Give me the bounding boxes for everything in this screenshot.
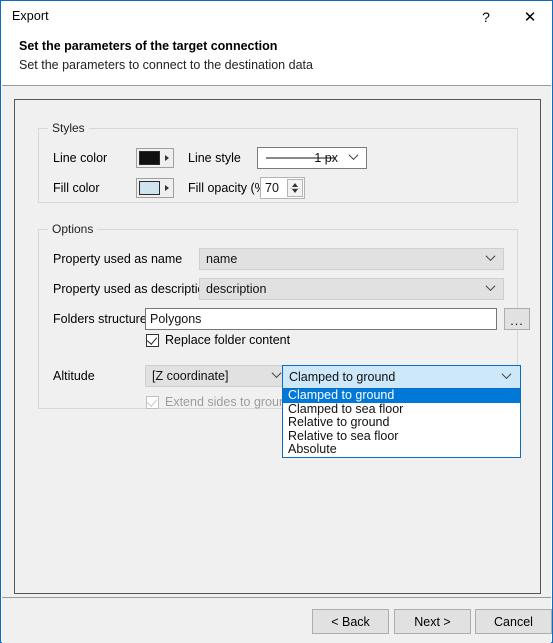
checkbox-box [146, 333, 159, 347]
fill-opacity-stepper[interactable]: 70 [260, 177, 305, 199]
title-bar: Export ? ✕ [1, 1, 552, 32]
property-name-combo[interactable]: name [199, 248, 504, 270]
altitude-mode-option-relative-to-ground[interactable]: Relative to ground [283, 415, 520, 430]
chevron-down-icon [348, 153, 359, 164]
property-name-value: name [206, 252, 238, 266]
property-description-combo[interactable]: description [199, 278, 504, 300]
altitude-mode-option-list[interactable]: Clamped to ground Clamped to sea floor R… [282, 388, 521, 458]
altitude-mode-option-clamped-to-ground[interactable]: Clamped to ground [283, 388, 520, 403]
property-name-label: Property used as name [53, 252, 183, 266]
line-color-label: Line color [53, 151, 108, 165]
folders-structure-value: Polygons [150, 312, 202, 326]
styles-group: Styles Line color Line style 1 px Fill c… [38, 121, 518, 203]
line-style-combo[interactable]: 1 px [257, 147, 367, 169]
options-group-legend: Options [48, 222, 98, 236]
altitude-source-combo[interactable]: [Z coordinate] [145, 365, 290, 387]
altitude-mode-option-absolute[interactable]: Absolute [283, 442, 520, 457]
altitude-label: Altitude [53, 369, 95, 383]
fill-color-swatch [139, 181, 160, 195]
header-subtitle: Set the parameters to connect to the des… [19, 58, 313, 72]
replace-folder-content-checkbox[interactable]: Replace folder content [146, 333, 290, 347]
check-icon [146, 395, 158, 407]
altitude-mode-combo[interactable]: Clamped to ground [282, 365, 521, 389]
chevron-down-icon [501, 372, 512, 383]
folders-structure-label: Folders structure [53, 312, 147, 326]
fill-color-swatch-button[interactable] [136, 178, 174, 198]
folders-structure-input[interactable]: Polygons [145, 308, 497, 330]
window-title: Export [12, 9, 49, 23]
fill-color-label: Fill color [53, 181, 100, 195]
spin-up-icon[interactable] [291, 183, 298, 187]
altitude-mode-value: Clamped to ground [289, 370, 396, 384]
back-button[interactable]: < Back [312, 609, 389, 634]
fill-opacity-value: 70 [265, 181, 279, 195]
spin-down-icon[interactable] [291, 189, 298, 193]
export-dialog-window: Export ? ✕ Set the parameters of the tar… [0, 0, 553, 643]
replace-folder-content-label: Replace folder content [165, 333, 291, 347]
line-color-swatch [139, 151, 160, 165]
altitude-source-value: [Z coordinate] [152, 369, 229, 383]
dialog-footer: < Back Next > Cancel [2, 597, 552, 643]
caret-right-icon [165, 185, 169, 191]
dialog-body: Styles Line color Line style 1 px Fill c… [2, 86, 551, 597]
caret-right-icon [165, 155, 169, 161]
styles-group-legend: Styles [48, 121, 89, 135]
chevron-down-icon [485, 254, 496, 265]
header-title: Set the parameters of the target connect… [19, 39, 278, 53]
property-description-label: Property used as description [53, 282, 212, 296]
checkbox-box [146, 395, 159, 409]
close-icon[interactable]: ✕ [510, 1, 550, 32]
property-description-value: description [206, 282, 267, 296]
next-button[interactable]: Next > [394, 609, 471, 634]
altitude-mode-option-clamped-to-sea-floor[interactable]: Clamped to sea floor [283, 402, 520, 417]
line-style-label: Line style [188, 151, 241, 165]
browse-button-label: ... [510, 314, 524, 328]
check-icon [146, 333, 158, 345]
extend-sides-checkbox: Extend sides to ground [146, 395, 293, 409]
content-panel: Styles Line color Line style 1 px Fill c… [14, 99, 541, 594]
chevron-down-icon [485, 284, 496, 295]
chevron-down-icon [271, 371, 282, 382]
altitude-mode-option-relative-to-sea-floor[interactable]: Relative to sea floor [283, 429, 520, 444]
fill-opacity-spin-buttons[interactable] [287, 179, 303, 197]
cancel-button[interactable]: Cancel [475, 609, 552, 634]
help-icon[interactable]: ? [466, 1, 506, 32]
extend-sides-label: Extend sides to ground [165, 395, 293, 409]
line-style-value: 1 px [314, 151, 338, 165]
dialog-header: Set the parameters of the target connect… [2, 32, 551, 86]
fill-opacity-label: Fill opacity (%) [188, 181, 270, 195]
folders-structure-browse-button[interactable]: ... [504, 308, 530, 330]
line-color-swatch-button[interactable] [136, 148, 174, 168]
